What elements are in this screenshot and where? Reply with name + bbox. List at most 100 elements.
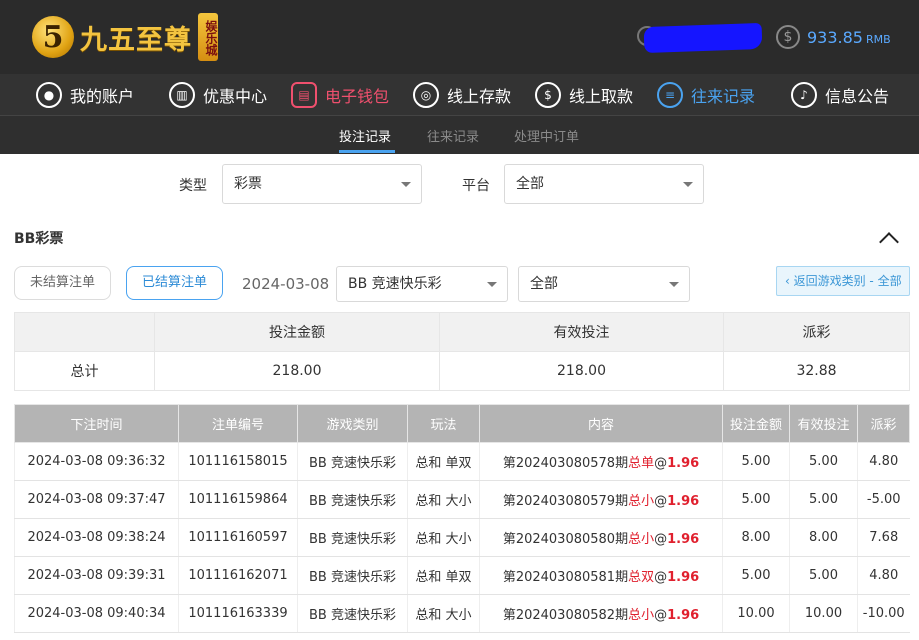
- type-select[interactable]: 彩票: [222, 164, 422, 204]
- nav-item-withdraw[interactable]: $ 线上取款: [535, 74, 633, 116]
- odds-at-sign: @: [654, 608, 668, 623]
- nav-label: 电子钱包: [325, 87, 390, 106]
- bet-content: 第202403080582期总小@1.96: [479, 594, 723, 633]
- bet-play: 总和 大小: [407, 594, 480, 633]
- deposit-icon: ◎: [413, 82, 439, 108]
- bet-id: 101116163339: [178, 594, 298, 633]
- bet-play: 总和 单双: [407, 442, 480, 481]
- unsettled-bets-button[interactable]: 未结算注单: [14, 266, 111, 300]
- bet-payout: 7.68: [857, 518, 910, 557]
- nav-item-wallet[interactable]: ▤ 电子钱包: [291, 74, 389, 116]
- odds-at-sign: @: [654, 532, 668, 547]
- nav-item-deposit[interactable]: ◎ 线上存款: [413, 74, 511, 116]
- bet-valid: 8.00: [789, 518, 858, 557]
- summary-total-label: 总计: [14, 351, 155, 391]
- column-header[interactable]: 游戏类别: [297, 404, 408, 443]
- summary-bet-amount: 218.00: [154, 351, 440, 391]
- bet-pick: 总单: [628, 456, 655, 471]
- column-header[interactable]: 注单编号: [178, 404, 298, 443]
- chevron-down-icon: [401, 182, 411, 187]
- type-label: 类型: [179, 178, 207, 194]
- column-header[interactable]: 有效投注: [789, 404, 858, 443]
- bets-table: 下注时间 注单编号 游戏类别 玩法 内容 投注金额 有效投注 派彩 2024-0…: [14, 404, 910, 633]
- odds-value: 1.96: [667, 532, 700, 547]
- section-title: BB彩票: [14, 231, 64, 247]
- summary-header-cell: 投注金额: [154, 312, 440, 352]
- nav-label: 线上存款: [447, 87, 512, 106]
- sub-nav: 投注记录 往来记录 处理中订单: [0, 116, 919, 154]
- table-row[interactable]: 2024-03-08 09:36:32 101116158015 BB 竞速快乐彩总…: [14, 442, 910, 481]
- bet-amount: 8.00: [722, 518, 790, 557]
- odds-value: 1.96: [667, 456, 700, 471]
- redacted-username: [643, 22, 763, 54]
- table-row[interactable]: 2024-03-08 09:37:47 101116159864 BB 竞速快乐彩总…: [14, 480, 910, 519]
- bet-payout: 4.80: [857, 556, 910, 595]
- nav-item-records[interactable]: ≡ 往来记录: [657, 74, 755, 116]
- bet-valid: 5.00: [789, 556, 858, 595]
- tab-pending-orders[interactable]: 处理中订单: [514, 126, 579, 145]
- table-row[interactable]: 2024-03-08 09:38:24 101116160597 BB 竞速快乐彩总…: [14, 518, 910, 557]
- platform-label: 平台: [462, 178, 490, 194]
- logo-text: 九五至尊: [80, 24, 192, 56]
- bet-id: 101116160597: [178, 518, 298, 557]
- logo-badge: 娱乐城: [198, 13, 218, 61]
- column-header[interactable]: 玩法: [407, 404, 480, 443]
- type-select-value: 彩票: [234, 176, 262, 192]
- bet-pick: 总小: [628, 494, 655, 509]
- bet-game: BB 竞速快乐彩: [297, 518, 408, 557]
- column-header[interactable]: 内容: [479, 404, 723, 443]
- odds-at-sign: @: [654, 570, 668, 585]
- bet-odds: @1.96: [654, 570, 699, 585]
- bet-content: 第202403080579期总小@1.96: [479, 480, 723, 519]
- game-select[interactable]: BB 竞速快乐彩: [336, 266, 508, 302]
- nav-label: 往来记录: [691, 87, 756, 106]
- odds-value: 1.96: [667, 608, 700, 623]
- bet-payout: -5.00: [857, 480, 910, 519]
- back-to-categories-button[interactable]: ‹ 返回游戏类别 - 全部: [776, 266, 910, 296]
- settled-bets-button[interactable]: 已结算注单: [126, 266, 223, 300]
- bet-play: 总和 大小: [407, 518, 480, 557]
- odds-value: 1.96: [667, 570, 700, 585]
- site-logo[interactable]: 5 九五至尊 娱乐城: [32, 10, 218, 64]
- odds-at-sign: @: [654, 494, 668, 509]
- tab-bet-records[interactable]: 投注记录: [339, 126, 391, 145]
- summary-payout: 32.88: [723, 351, 910, 391]
- platform-select[interactable]: 全部: [504, 164, 704, 204]
- bet-time: 2024-03-08 09:39:31: [14, 556, 179, 595]
- nav-label: 线上取款: [569, 87, 634, 106]
- date-picker[interactable]: 2024-03-08: [242, 275, 329, 293]
- nav-item-promotions[interactable]: ▥ 优惠中心: [169, 74, 267, 116]
- bet-pick: 总小: [628, 532, 655, 547]
- nav-item-account[interactable]: ● 我的账户: [36, 74, 134, 116]
- column-header[interactable]: 派彩: [857, 404, 910, 443]
- tab-transactions[interactable]: 往来记录: [427, 126, 479, 145]
- bet-issue: 第202403080582期: [502, 608, 629, 623]
- chevron-down-icon: [487, 282, 497, 287]
- column-header[interactable]: 下注时间: [14, 404, 179, 443]
- column-header[interactable]: 投注金额: [722, 404, 790, 443]
- nav-item-announcements[interactable]: ♪ 信息公告: [791, 74, 889, 116]
- odds-value: 1.96: [667, 494, 700, 509]
- gift-icon: ▥: [169, 82, 195, 108]
- table-row[interactable]: 2024-03-08 09:40:34 101116163339 BB 竞速快乐彩总…: [14, 594, 910, 633]
- bets-header-row: 下注时间 注单编号 游戏类别 玩法 内容 投注金额 有效投注 派彩: [14, 404, 910, 443]
- bet-amount: 5.00: [722, 442, 790, 481]
- bet-odds: @1.96: [654, 456, 699, 471]
- platform-select-value: 全部: [516, 176, 544, 192]
- game-select-value: BB 竞速快乐彩: [348, 276, 442, 292]
- bet-issue: 第202403080580期: [502, 532, 629, 547]
- bet-game: BB 竞速快乐彩: [297, 594, 408, 633]
- bet-valid: 5.00: [789, 442, 858, 481]
- bell-icon: ♪: [791, 82, 817, 108]
- bet-valid: 10.00: [789, 594, 858, 633]
- bet-odds: @1.96: [654, 494, 699, 509]
- bets-body: 2024-03-08 09:36:32 101116158015 BB 竞速快乐彩总…: [14, 442, 910, 633]
- play-select[interactable]: 全部: [518, 266, 690, 302]
- summary-table: 投注金额 有效投注 派彩 总计 218.00 218.00 32.88: [14, 312, 910, 391]
- collapse-chevron-up-icon[interactable]: [879, 232, 899, 252]
- summary-header-cell: 派彩: [723, 312, 910, 352]
- bet-time: 2024-03-08 09:38:24: [14, 518, 179, 557]
- wallet-icon: ▤: [291, 82, 317, 108]
- chevron-down-icon: [669, 282, 679, 287]
- table-row[interactable]: 2024-03-08 09:39:31 101116162071 BB 竞速快乐彩总…: [14, 556, 910, 595]
